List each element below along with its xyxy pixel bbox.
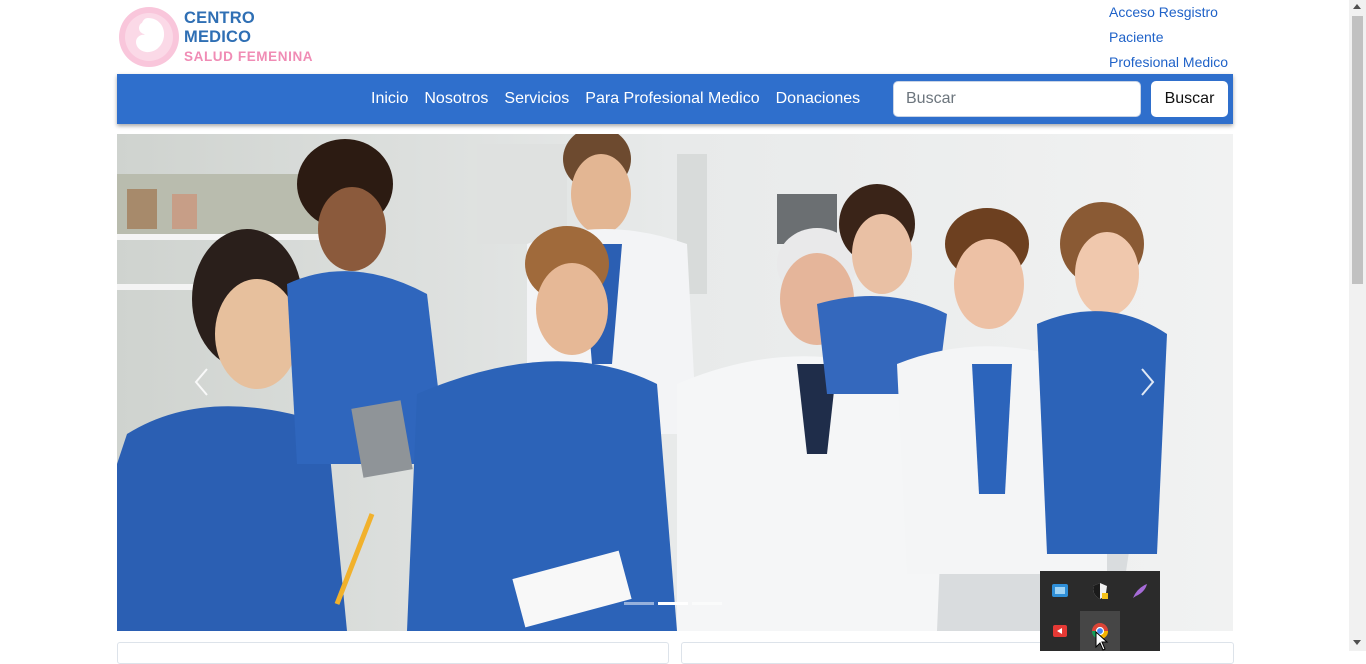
link-profesional-medico[interactable]: Profesional Medico [1109,50,1228,75]
main-navbar: Inicio Nosotros Servicios Para Profesion… [117,74,1233,124]
page-scrollbar[interactable] [1349,0,1366,651]
network-app-icon[interactable] [1040,571,1080,611]
top-links: Acceso Resgistro Paciente Profesional Me… [1109,0,1228,75]
logo-subtitle: SALUD FEMENINA [184,48,314,64]
security-shield-icon[interactable] [1080,571,1120,611]
logo-fetus-icon [119,7,179,67]
site-logo[interactable]: CENTRO MEDICO SALUD FEMENINA [118,5,318,69]
mouse-cursor-icon [1095,631,1109,651]
carousel-next-button[interactable] [1128,362,1168,402]
chevron-right-icon [1141,368,1155,396]
feather-icon[interactable] [1120,571,1160,611]
nav-item-inicio[interactable]: Inicio [363,90,416,108]
search-button[interactable]: Buscar [1151,81,1228,117]
chevron-left-icon [194,368,208,396]
link-acceso-registro[interactable]: Acceso Resgistro [1109,0,1228,25]
nav-item-servicios[interactable]: Servicios [496,90,577,108]
hero-photo [117,134,1233,631]
scroll-thumb[interactable] [1352,16,1363,284]
content-card [117,642,669,664]
carousel-indicators [624,602,722,605]
scroll-up-arrow-icon[interactable] [1353,4,1361,9]
nav-item-nosotros[interactable]: Nosotros [416,90,496,108]
carousel-indicator[interactable] [624,602,654,605]
carousel-prev-button[interactable] [181,362,221,402]
carousel-indicator-active[interactable] [658,602,688,605]
nav-menu: Inicio Nosotros Servicios Para Profesion… [363,74,868,124]
logo-title: CENTRO MEDICO [184,8,255,46]
link-paciente[interactable]: Paciente [1109,25,1228,50]
page: CENTRO MEDICO SALUD FEMENINA Acceso Resg… [0,0,1349,664]
red-app-icon[interactable] [1040,611,1080,651]
nav-item-donaciones[interactable]: Donaciones [768,90,869,108]
system-tray-popup [1040,571,1160,651]
scroll-down-arrow-icon[interactable] [1353,640,1361,645]
carousel-indicator[interactable] [692,602,722,605]
search-input[interactable] [893,81,1141,117]
hero-carousel[interactable] [117,134,1233,631]
nav-item-profesional-medico[interactable]: Para Profesional Medico [577,90,767,108]
